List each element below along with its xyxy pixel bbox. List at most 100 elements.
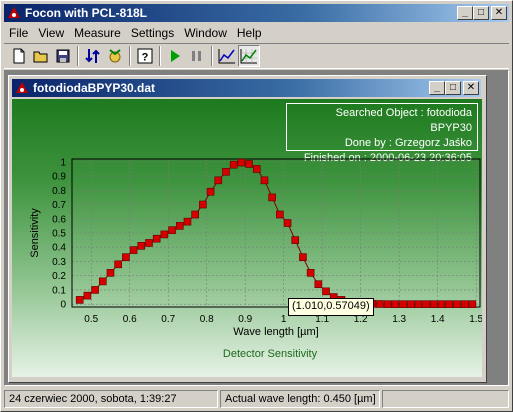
menu-view[interactable]: View (33, 26, 69, 40)
toolbar-separator (159, 46, 161, 66)
data-point[interactable] (268, 193, 276, 202)
doc-maximize-button[interactable]: □ (445, 81, 461, 95)
data-point[interactable] (422, 300, 430, 308)
data-point[interactable] (376, 300, 384, 308)
toolbar: ? (4, 43, 509, 69)
calibrate-icon[interactable] (82, 45, 104, 67)
data-point[interactable] (445, 300, 454, 308)
data-point[interactable] (406, 300, 415, 308)
series-line (79, 162, 473, 305)
data-point[interactable] (414, 300, 423, 308)
y-axis-label: Sensitivity (29, 208, 41, 258)
data-point[interactable] (175, 222, 184, 230)
data-point[interactable] (106, 269, 115, 277)
data-point-tooltip: (1.010,0.57049) (288, 298, 374, 316)
app-icon (7, 6, 21, 20)
menu-settings[interactable]: Settings (126, 26, 179, 40)
data-point[interactable] (260, 176, 269, 185)
data-point[interactable] (430, 300, 438, 308)
data-point[interactable] (322, 287, 330, 296)
data-point[interactable] (291, 236, 300, 244)
play-icon[interactable] (164, 45, 186, 67)
data-point[interactable] (214, 176, 223, 185)
menu-help[interactable]: Help (232, 26, 267, 40)
data-point[interactable] (83, 291, 92, 300)
data-point[interactable] (437, 300, 446, 308)
detector-icon[interactable] (104, 45, 126, 67)
data-point[interactable] (206, 187, 215, 196)
close-button[interactable]: ✕ (491, 6, 507, 20)
data-point[interactable] (399, 300, 407, 308)
data-point[interactable] (252, 165, 261, 173)
chart-panel[interactable]: Searched Object : fotodioda BPYP30 Done … (12, 99, 482, 377)
help-icon[interactable]: ? (134, 45, 156, 67)
app-titlebar[interactable]: Focon with PCL-818L _ □ ✕ (4, 4, 509, 22)
x-tick-label: 0.9 (238, 314, 252, 325)
pause-icon[interactable] (186, 45, 208, 67)
x-tick-label: 1.4 (431, 314, 445, 325)
new-file-icon[interactable] (8, 45, 30, 67)
data-point[interactable] (383, 300, 392, 308)
data-point[interactable] (191, 210, 199, 219)
data-point[interactable] (460, 300, 469, 308)
data-point[interactable] (122, 253, 130, 261)
open-folder-icon[interactable] (30, 45, 52, 67)
save-icon[interactable] (52, 45, 74, 67)
y-tick-label: 1 (60, 157, 66, 168)
document-titlebar[interactable]: fotodiodaBPYP30.dat _ □ ✕ (12, 79, 481, 97)
data-point[interactable] (453, 300, 461, 308)
data-point[interactable] (237, 158, 246, 167)
x-tick-label: 1.5 (469, 314, 482, 325)
data-point[interactable] (314, 280, 323, 289)
data-point[interactable] (91, 286, 99, 294)
chart-title: Detector Sensitivity (223, 348, 318, 360)
data-point[interactable] (276, 210, 284, 219)
mdi-client-area: fotodiodaBPYP30.dat _ □ ✕ Searched Objec… (4, 70, 509, 386)
data-point[interactable] (229, 160, 238, 169)
data-point[interactable] (199, 200, 207, 209)
menubar: File View Measure Settings Window Help (4, 23, 267, 42)
menu-measure[interactable]: Measure (69, 26, 126, 40)
doc-close-button[interactable]: ✕ (463, 81, 479, 95)
data-point[interactable] (391, 300, 400, 308)
data-point[interactable] (245, 160, 253, 168)
doc-minimize-button[interactable]: _ (429, 81, 445, 95)
data-point[interactable] (299, 253, 307, 261)
data-point[interactable] (152, 234, 161, 243)
data-point[interactable] (306, 269, 315, 277)
data-point[interactable] (160, 230, 169, 239)
data-point[interactable] (468, 300, 477, 308)
status-empty (382, 390, 509, 408)
data-point[interactable] (137, 242, 146, 250)
maximize-button[interactable]: □ (473, 6, 489, 20)
toolbar-separator (77, 46, 79, 66)
menu-window[interactable]: Window (179, 26, 232, 40)
data-point[interactable] (283, 219, 292, 227)
status-wavelength: Actual wave length: 0.450 [µm] (220, 390, 380, 408)
app-window: Focon with PCL-818L _ □ ✕ File View Meas… (0, 0, 513, 412)
data-point[interactable] (222, 168, 230, 176)
menu-file[interactable]: File (4, 26, 33, 40)
sensitivity-chart: 0 0.1 0.2 0.3 0.4 0.5 0.6 0.7 0.8 0.9 1 0.5 0.6 0.7 0… (29, 157, 482, 360)
document-icon (15, 81, 29, 95)
data-point[interactable] (98, 277, 107, 286)
chart-line-icon[interactable] (216, 45, 238, 67)
y-tick-label: 0.4 (52, 243, 66, 254)
data-point[interactable] (129, 246, 138, 254)
data-point[interactable] (114, 260, 122, 269)
y-tick-label: 0.7 (52, 200, 66, 211)
y-tick-label: 0.3 (52, 257, 66, 268)
svg-text:?: ? (142, 52, 149, 64)
data-point[interactable] (75, 296, 84, 304)
toolbar-separator (129, 46, 131, 66)
x-tick-label: 1.3 (392, 314, 406, 325)
status-datetime: 24 czerwiec 2000, sobota, 1:39:27 (4, 390, 218, 408)
data-point[interactable] (145, 239, 153, 247)
data-point[interactable] (168, 226, 176, 234)
x-tick-label: 0.7 (161, 314, 175, 325)
chart-grid-icon[interactable] (238, 45, 260, 67)
app-title: Focon with PCL-818L (25, 6, 148, 20)
y-tick-label: 0.8 (52, 186, 66, 197)
minimize-button[interactable]: _ (457, 6, 473, 20)
data-point[interactable] (183, 217, 192, 226)
